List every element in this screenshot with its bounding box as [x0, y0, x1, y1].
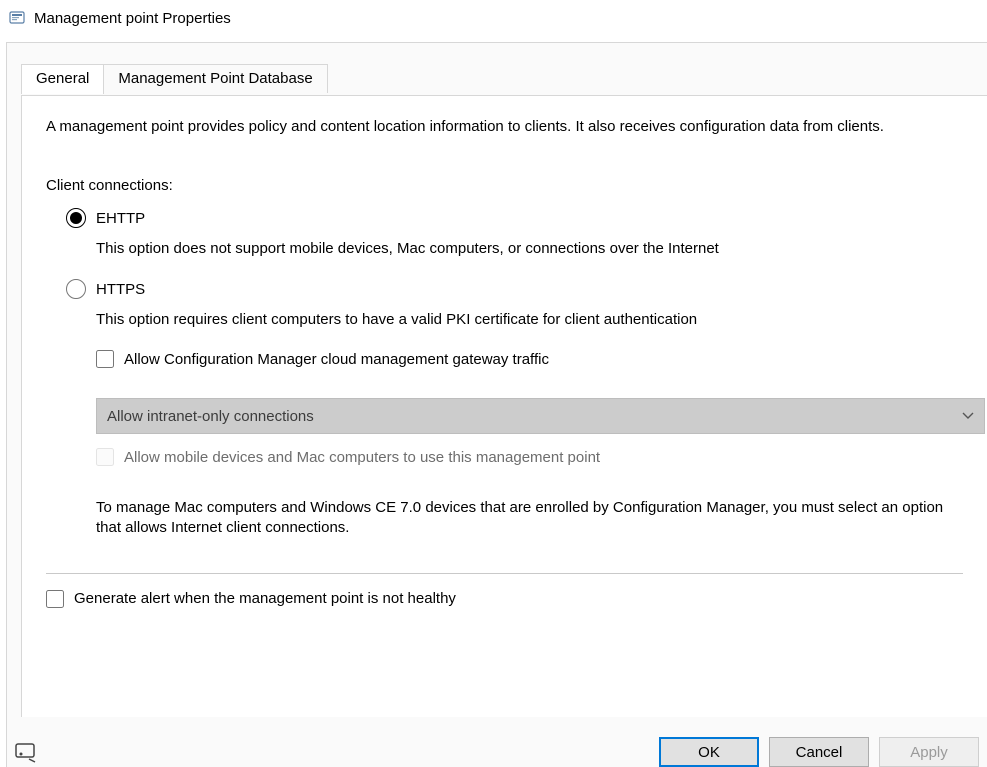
https-description: This option requires client computers to…	[96, 311, 963, 328]
checkbox-allow-cmg-label[interactable]: Allow Configuration Manager cloud manage…	[124, 351, 549, 368]
checkbox-generate-alert[interactable]	[46, 590, 64, 608]
chevron-down-icon	[962, 409, 974, 423]
connection-scope-selected: Allow intranet-only connections	[107, 408, 314, 425]
mac-ce-info-text: To manage Mac computers and Windows CE 7…	[96, 498, 963, 539]
ok-button[interactable]: OK	[659, 737, 759, 767]
radio-https-row: HTTPS	[66, 279, 963, 299]
radio-ehttp[interactable]	[66, 208, 86, 228]
checkbox-allow-mobile-mac-label: Allow mobile devices and Mac computers t…	[124, 449, 600, 466]
radio-ehttp-label[interactable]: EHTTP	[96, 210, 145, 227]
generate-alert-row: Generate alert when the management point…	[46, 590, 963, 608]
radio-ehttp-row: EHTTP	[66, 208, 963, 228]
titlebar: Management point Properties	[0, 0, 987, 36]
allow-mobile-mac-row: Allow mobile devices and Mac computers t…	[96, 448, 963, 466]
section-divider	[46, 573, 963, 574]
cancel-button[interactable]: Cancel	[769, 737, 869, 767]
app-icon	[8, 9, 26, 27]
radio-https[interactable]	[66, 279, 86, 299]
tab-general[interactable]: General	[21, 64, 104, 94]
checkbox-allow-cmg[interactable]	[96, 350, 114, 368]
general-description: A management point provides policy and c…	[46, 118, 963, 135]
tab-mp-database[interactable]: Management Point Database	[103, 64, 327, 93]
dialog-button-bar: OK Cancel Apply	[659, 737, 979, 767]
properties-window: Management point Properties General Mana…	[0, 0, 987, 767]
client-connections-label: Client connections:	[46, 177, 963, 194]
status-icon	[15, 743, 37, 767]
checkbox-allow-mobile-mac	[96, 448, 114, 466]
client-area: General Management Point Database A mana…	[6, 42, 987, 767]
connection-scope-dropdown: Allow intranet-only connections	[96, 398, 985, 434]
checkbox-generate-alert-label[interactable]: Generate alert when the management point…	[74, 590, 456, 607]
allow-cmg-row: Allow Configuration Manager cloud manage…	[96, 350, 963, 368]
apply-button: Apply	[879, 737, 979, 767]
tab-strip: General Management Point Database	[21, 63, 327, 93]
window-title: Management point Properties	[34, 10, 231, 27]
ehttp-description: This option does not support mobile devi…	[96, 240, 963, 257]
radio-https-label[interactable]: HTTPS	[96, 281, 145, 298]
tab-panel-general: A management point provides policy and c…	[21, 95, 987, 717]
